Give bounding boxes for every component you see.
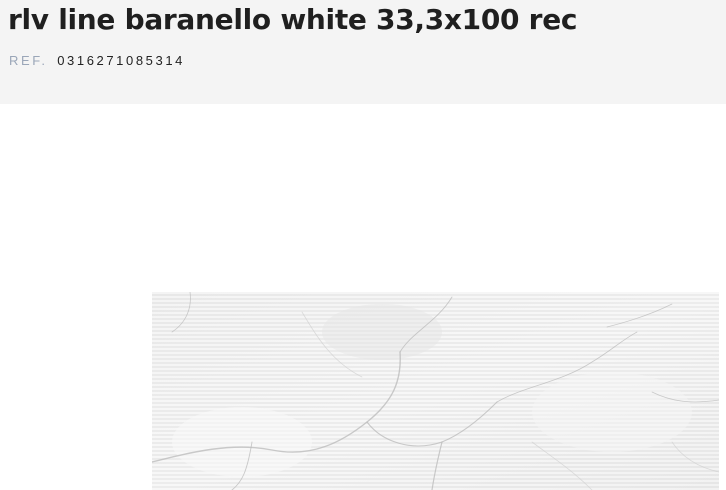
product-image[interactable] [152,292,719,490]
product-title: rlv line baranello white 33,3x100 rec [8,3,578,36]
reference-number: 0316271085314 [57,53,185,68]
reference-label: REF. [9,53,48,68]
marble-tile-image [152,292,719,490]
product-header: rlv line baranello white 33,3x100 rec RE… [0,0,726,104]
product-reference: REF. 0316271085314 [9,53,185,69]
